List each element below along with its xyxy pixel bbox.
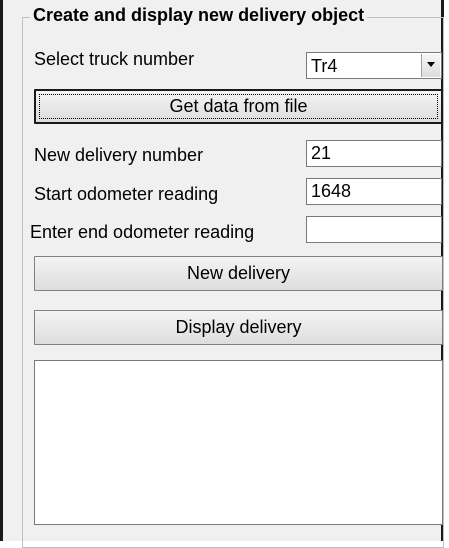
group-title: Create and display new delivery object [30,3,368,27]
start-odometer-input[interactable] [306,178,442,205]
truck-number-select[interactable]: Tr4 [306,52,442,79]
delivery-output-listbox[interactable] [34,360,443,525]
start-odometer-label: Start odometer reading [34,184,219,204]
delivery-number-input[interactable] [306,140,442,167]
get-data-from-file-button[interactable]: Get data from file [34,89,443,124]
dropdown-button[interactable] [421,54,440,77]
delivery-number-label: New delivery number [34,145,204,165]
display-delivery-button[interactable]: Display delivery [34,310,443,345]
truck-number-label: Select truck number [34,49,195,69]
window-frame: Create and display new delivery object S… [0,0,444,548]
chevron-down-icon [427,62,435,67]
end-odometer-label: Enter end odometer reading [30,222,255,242]
new-delivery-button[interactable]: New delivery [34,256,443,291]
end-odometer-input[interactable] [306,216,442,243]
truck-number-value: Tr4 [311,56,338,76]
